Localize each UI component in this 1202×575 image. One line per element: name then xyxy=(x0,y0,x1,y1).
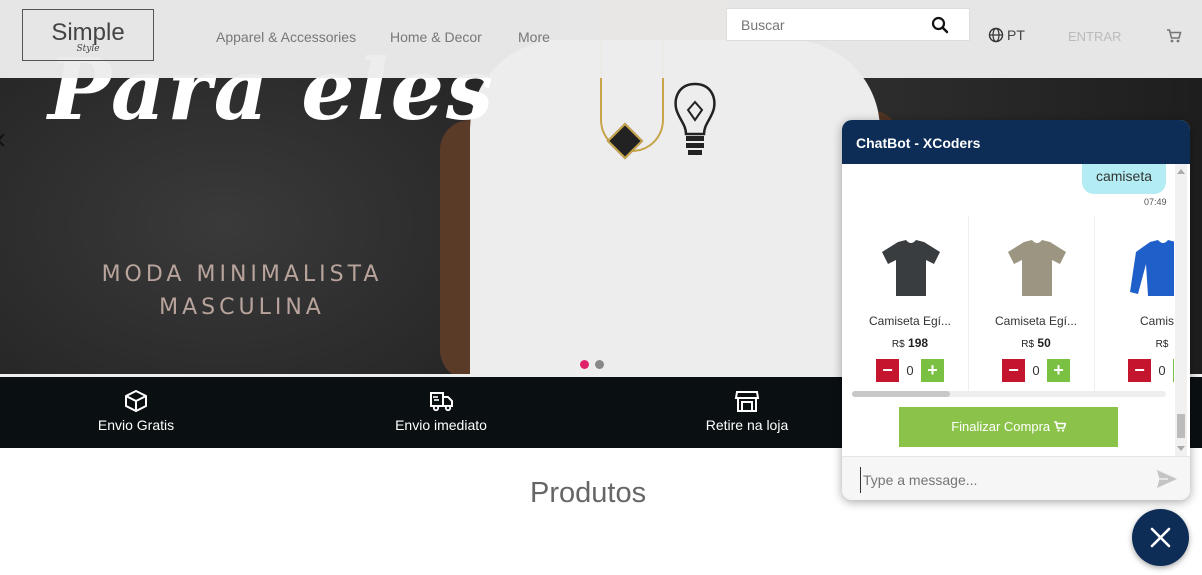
checkout-label: Finalizar Compra xyxy=(951,419,1051,434)
feature-store-pickup: Retire na loja xyxy=(703,389,791,433)
site-logo[interactable]: Simple Style xyxy=(22,9,154,61)
send-icon[interactable] xyxy=(1156,469,1178,489)
feature-label: Envio Gratis xyxy=(97,417,175,433)
checkout-button[interactable]: Finalizar Compra xyxy=(899,407,1118,447)
quantity-value[interactable]: 0 xyxy=(901,363,919,378)
quantity-stepper: − 0 + xyxy=(1128,358,1174,382)
increase-quantity-button[interactable]: + xyxy=(1047,358,1070,382)
fast-delivery-truck-icon xyxy=(430,392,453,412)
hero-tagline-line: MODA MINIMALISTA xyxy=(101,262,383,287)
language-label: PT xyxy=(1007,27,1025,43)
product-price: R$ 50 xyxy=(978,336,1094,350)
carousel-prev-icon[interactable]: ‹ xyxy=(0,122,6,156)
language-selector[interactable]: PT xyxy=(988,27,1025,43)
currency-symbol: R$ xyxy=(1021,339,1035,350)
decrease-quantity-button[interactable]: − xyxy=(1002,358,1025,382)
hero-tagline: MODA MINIMALISTA MASCULINA xyxy=(72,258,412,324)
nav-more[interactable]: More xyxy=(518,29,550,45)
feature-label: Envio imediato xyxy=(395,417,487,433)
carousel-dot[interactable] xyxy=(595,360,604,369)
logo-subtext: Style xyxy=(76,44,100,54)
feature-label: Retire na loja xyxy=(705,417,789,433)
tshirt-image xyxy=(1008,240,1066,296)
product-card[interactable]: Camiset R$ − 0 + xyxy=(1104,216,1174,391)
chatbot-header: ChatBot - XCoders xyxy=(842,120,1190,164)
product-name: Camiset xyxy=(1139,314,1174,328)
chat-scrollbar[interactable] xyxy=(1175,164,1187,456)
carousel-scrollbar[interactable] xyxy=(852,391,1166,397)
search-box xyxy=(726,8,970,41)
message-timestamp: 07:49 xyxy=(1144,197,1167,207)
cart-icon[interactable] xyxy=(1166,28,1182,44)
logo-text: Simple xyxy=(51,19,125,46)
quantity-stepper: − 0 + xyxy=(876,358,944,382)
chat-scrollbar-thumb[interactable] xyxy=(1177,414,1185,438)
long-sleeve-shirt-image xyxy=(1130,240,1174,296)
currency-symbol: R$ xyxy=(1155,339,1169,350)
product-price: R$ 198 xyxy=(852,336,968,350)
product-carousel[interactable]: Camiseta Egí... R$ 198 − 0 + Camiseta Eg… xyxy=(852,216,1174,391)
store-icon xyxy=(734,391,760,412)
carousel-scrollbar-thumb[interactable] xyxy=(852,391,950,397)
increase-quantity-button[interactable]: + xyxy=(1173,358,1174,382)
decrease-quantity-button[interactable]: − xyxy=(876,358,899,382)
chatbot-messages[interactable]: camiseta 07:49 Camiseta Egí... R$ 198 − … xyxy=(842,164,1190,456)
search-icon[interactable] xyxy=(931,16,949,34)
product-price: R$ xyxy=(1104,336,1174,350)
products-section-title: Produtos xyxy=(530,477,647,509)
product-name: Camiseta Egí... xyxy=(868,314,952,328)
product-name: Camiseta Egí... xyxy=(994,314,1078,328)
nav-apparel-accessories[interactable]: Apparel & Accessories xyxy=(216,29,356,45)
decrease-quantity-button[interactable]: − xyxy=(1128,358,1151,382)
chatbot-window: ChatBot - XCoders camiseta 07:49 Camiset… xyxy=(842,120,1190,500)
carousel-dots xyxy=(580,360,604,369)
feature-free-shipping: Envio Gratis xyxy=(96,389,176,433)
product-card[interactable]: Camiseta Egí... R$ 50 − 0 + xyxy=(978,216,1095,391)
site-header: Simple Style Apparel & Accessories Home … xyxy=(0,0,1202,78)
feature-immediate-shipping: Envio imediato xyxy=(393,389,489,433)
lightbulb-print-icon xyxy=(674,82,716,155)
search-input[interactable] xyxy=(727,9,941,40)
login-link[interactable]: ENTRAR xyxy=(1068,29,1121,44)
scroll-down-icon[interactable] xyxy=(1177,446,1185,451)
close-chat-button[interactable] xyxy=(1132,509,1189,566)
quantity-stepper: − 0 + xyxy=(1002,358,1070,382)
scroll-up-icon[interactable] xyxy=(1177,169,1185,174)
close-icon xyxy=(1150,527,1171,548)
cart-icon xyxy=(1053,421,1067,432)
chat-input-area xyxy=(842,456,1190,500)
price-value: 198 xyxy=(908,336,929,350)
product-card[interactable]: Camiseta Egí... R$ 198 − 0 + xyxy=(852,216,969,391)
chatbot-title: ChatBot - XCoders xyxy=(856,135,981,151)
price-value: 50 xyxy=(1037,336,1051,350)
quantity-value[interactable]: 0 xyxy=(1153,363,1171,378)
carousel-dot-active[interactable] xyxy=(580,360,589,369)
message-input[interactable] xyxy=(860,467,1155,493)
tshirt-image xyxy=(882,240,940,296)
increase-quantity-button[interactable]: + xyxy=(921,358,944,382)
hero-tagline-line: MASCULINA xyxy=(159,295,325,320)
user-message-bubble: camiseta xyxy=(1082,164,1166,194)
nav-home-decor[interactable]: Home & Decor xyxy=(390,29,482,45)
globe-icon xyxy=(988,27,1004,43)
box-icon xyxy=(125,389,147,413)
currency-symbol: R$ xyxy=(891,339,905,350)
quantity-value[interactable]: 0 xyxy=(1027,363,1045,378)
